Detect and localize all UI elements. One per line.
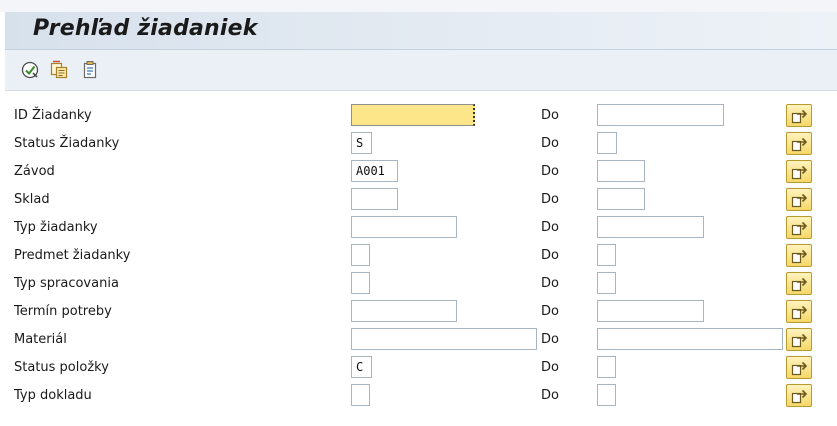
status-polozky-from-input[interactable]: C [351,356,372,378]
multiple-selection-button[interactable] [786,244,812,267]
multiple-selection-button[interactable] [786,300,812,323]
multiple-selection-icon [791,109,808,124]
status-ziadanky-to-input[interactable] [597,132,617,154]
range-to-label: Do [541,388,559,403]
field-label: Typ žiadanky [14,220,98,235]
copy-variant-icon[interactable] [49,60,69,80]
field-row-typ-dokladu: Typ dokladu Do [5,382,837,411]
field-label: Termín potreby [14,304,112,319]
range-to-label: Do [541,136,559,151]
multiple-selection-button[interactable] [786,272,812,295]
field-row-material: Materiál Do [5,326,837,355]
status-ziadanky-from-input[interactable]: S [351,132,372,154]
range-to-label: Do [541,248,559,263]
selection-options-icon[interactable] [80,60,100,80]
multiple-selection-icon [791,361,808,376]
multiple-selection-button[interactable] [786,384,812,407]
zavod-from-input[interactable]: A001 [351,160,398,182]
multiple-selection-icon [791,333,808,348]
typ-ziadanky-to-input[interactable] [597,216,704,238]
typ-dokladu-from-input[interactable] [351,384,370,406]
termin-potreby-from-input[interactable] [351,300,457,322]
multiple-selection-icon [791,305,808,320]
multiple-selection-button[interactable] [786,216,812,239]
field-row-typ-spracovania: Typ spracovania Do [5,270,837,299]
range-to-label: Do [541,192,559,207]
range-to-label: Do [541,220,559,235]
multiple-selection-button[interactable] [786,188,812,211]
material-from-input[interactable] [351,328,537,350]
predmet-ziadanky-to-input[interactable] [597,244,616,266]
typ-spracovania-to-input[interactable] [597,272,616,294]
range-to-label: Do [541,360,559,375]
multiple-selection-button[interactable] [786,356,812,379]
multiple-selection-icon [791,277,808,292]
field-label: Status Žiadanky [14,136,120,151]
multiple-selection-button[interactable] [786,132,812,155]
field-label: Typ dokladu [14,388,92,403]
title-bar: Prehľad žiadaniek [5,12,837,50]
application-toolbar [5,50,837,91]
field-label: Status položky [14,360,109,375]
zavod-to-input[interactable] [597,160,645,182]
range-to-label: Do [541,108,559,123]
field-label: Sklad [14,192,50,207]
field-row-sklad: Sklad Do [5,186,837,215]
sklad-to-input[interactable] [597,188,645,210]
field-label: Typ spracovania [14,276,119,291]
range-to-label: Do [541,332,559,347]
typ-ziadanky-from-input[interactable] [351,216,457,238]
id-ziadanky-to-input[interactable] [597,104,724,126]
window-top-strip [0,0,837,12]
selection-screen: ID Žiadanky Do Status Žiadanky S Do Závo… [5,96,837,426]
range-to-label: Do [541,304,559,319]
status-polozky-to-input[interactable] [597,356,616,378]
range-to-label: Do [541,276,559,291]
field-label: Materiál [14,332,67,347]
field-row-zavod: Závod A001 Do [5,158,837,187]
id-ziadanky-from-input[interactable] [351,104,475,126]
range-to-label: Do [541,164,559,179]
field-row-termin-potreby: Termín potreby Do [5,298,837,327]
multiple-selection-button[interactable] [786,328,812,351]
multiple-selection-button[interactable] [786,160,812,183]
sklad-from-input[interactable] [351,188,398,210]
predmet-ziadanky-from-input[interactable] [351,244,370,266]
field-row-predmet-ziadanky: Predmet žiadanky Do [5,242,837,271]
field-row-typ-ziadanky: Typ žiadanky Do [5,214,837,243]
field-label: Predmet žiadanky [14,248,131,263]
field-label: ID Žiadanky [14,108,92,123]
multiple-selection-icon [791,249,808,264]
field-row-status-polozky: Status položky C Do [5,354,837,383]
multiple-selection-icon [791,389,808,404]
multiple-selection-icon [791,221,808,236]
material-to-input[interactable] [597,328,783,350]
page-title: Prehľad žiadaniek [33,16,258,41]
multiple-selection-button[interactable] [786,104,812,127]
multiple-selection-icon [791,193,808,208]
typ-spracovania-from-input[interactable] [351,272,370,294]
field-row-id-ziadanky: ID Žiadanky Do [5,102,837,131]
execute-icon[interactable] [20,60,40,80]
multiple-selection-icon [791,165,808,180]
multiple-selection-icon [791,137,808,152]
termin-potreby-to-input[interactable] [597,300,704,322]
typ-dokladu-to-input[interactable] [597,384,616,406]
field-label: Závod [14,164,55,179]
field-row-status-ziadanky: Status Žiadanky S Do [5,130,837,159]
